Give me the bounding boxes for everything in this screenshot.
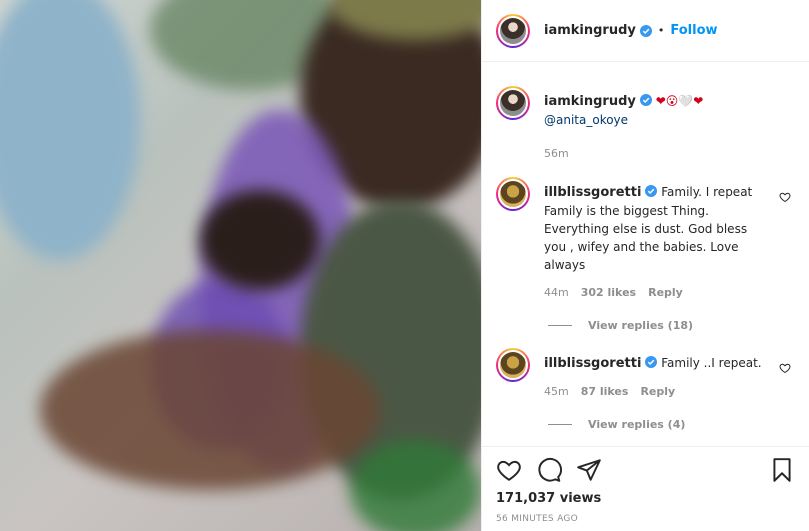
post-video[interactable] (0, 0, 481, 531)
verified-badge-icon (645, 185, 658, 197)
video-blur-region (40, 330, 380, 490)
view-replies-button[interactable]: View replies (18) (548, 319, 795, 332)
video-blur-region (350, 440, 481, 531)
caption-username[interactable]: iamkingrudy (544, 94, 636, 109)
send-icon[interactable] (576, 457, 602, 483)
view-count[interactable]: 171,037 views (496, 491, 795, 506)
caption-mention[interactable]: @anita_okoye (544, 111, 795, 129)
caption: iamkingrudy ❤😮🤍❤ @anita_okoye 56m (496, 86, 795, 163)
commenter-avatar[interactable] (496, 348, 530, 382)
caption-text: ❤😮🤍❤ (655, 94, 704, 108)
view-replies-label: View replies (4) (588, 418, 686, 431)
comment-like-icon[interactable] (779, 191, 791, 203)
view-replies-button[interactable]: View replies (4) (548, 418, 795, 431)
replies-line (548, 424, 572, 425)
post-timestamp[interactable]: 56 MINUTES AGO (496, 514, 795, 524)
separator-dot: • (657, 24, 665, 37)
video-blur-region (200, 190, 320, 290)
commenter-avatar[interactable] (496, 177, 530, 211)
comment-username[interactable]: illblissgoretti (544, 356, 641, 371)
comment-item: illblissgoretti Family ..I repeat. 45m 8… (496, 348, 795, 401)
reply-button[interactable]: Reply (648, 284, 683, 302)
comment-item: illblissgoretti Family. I repeat Family … (496, 177, 795, 302)
view-replies-label: View replies (18) (588, 319, 694, 332)
caption-timestamp[interactable]: 56m (544, 145, 569, 163)
follow-button[interactable]: Follow (670, 23, 717, 38)
reply-button[interactable]: Reply (640, 383, 675, 401)
replies-line (548, 325, 572, 326)
heart-icon[interactable] (496, 457, 522, 483)
author-username[interactable]: iamkingrudy (544, 23, 636, 38)
verified-badge-icon (639, 24, 652, 37)
comment-likes[interactable]: 87 likes (581, 383, 629, 401)
post-actions: 171,037 views 56 MINUTES AGO (482, 446, 809, 524)
comment-text: Family ..I repeat. (661, 356, 762, 370)
author-avatar[interactable] (496, 86, 530, 120)
comment-timestamp[interactable]: 45m (544, 383, 569, 401)
comment-like-icon[interactable] (779, 362, 791, 374)
video-blur-region (0, 0, 140, 260)
comment-username[interactable]: illblissgoretti (544, 185, 641, 200)
comment-timestamp[interactable]: 44m (544, 284, 569, 302)
comment-icon[interactable] (536, 457, 562, 483)
verified-badge-icon (639, 94, 652, 106)
verified-badge-icon (645, 356, 658, 368)
post-header: iamkingrudy • Follow (482, 0, 809, 62)
comment-likes[interactable]: 302 likes (581, 284, 636, 302)
author-avatar[interactable] (496, 13, 530, 48)
comments-list[interactable]: iamkingrudy ❤😮🤍❤ @anita_okoye 56m illbli… (482, 62, 809, 446)
post-side-panel: iamkingrudy • Follow iamkingrudy ❤😮🤍❤ @a… (481, 0, 809, 531)
bookmark-icon[interactable] (769, 457, 795, 483)
